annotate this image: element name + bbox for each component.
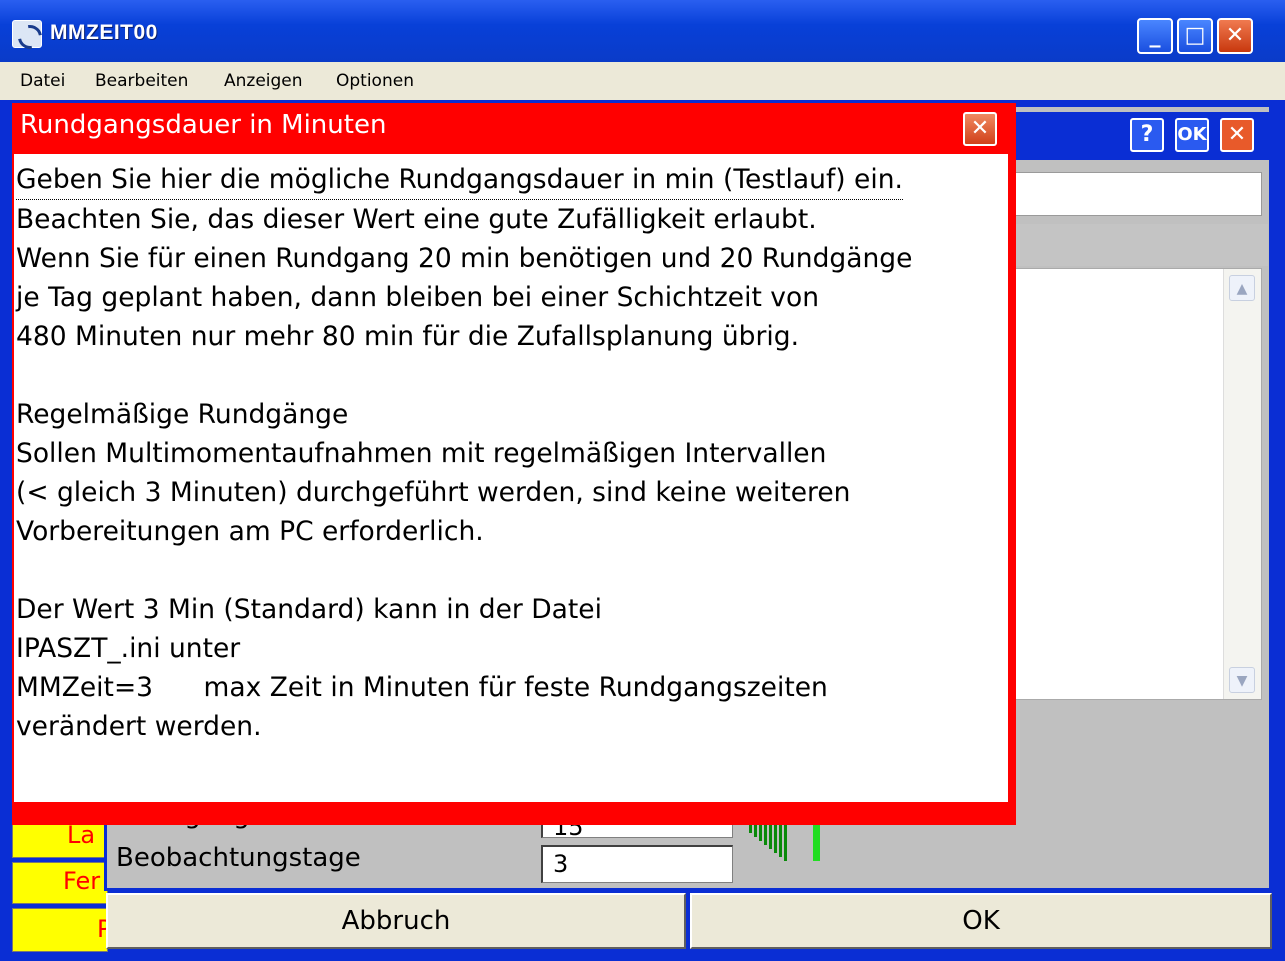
field-label-beobachtungstage: Beobachtungstage xyxy=(116,843,361,873)
beobachtungstage-input[interactable]: 3 xyxy=(541,845,733,883)
dialog-list[interactable]: ▲ ▼ xyxy=(1000,268,1262,700)
menu-bearbeiten[interactable]: Bearbeiten xyxy=(95,71,188,91)
side-button-p[interactable]: P xyxy=(12,908,111,952)
help-line: IPASZT_.ini unter xyxy=(16,633,241,664)
minimize-button[interactable]: _ xyxy=(1137,18,1173,54)
window-title: MMZEIT00 xyxy=(50,21,158,44)
help-line: je Tag geplant haben, dann bleiben bei e… xyxy=(16,282,819,313)
help-popup: Rundgangsdauer in Minuten ✕ Geben Sie hi… xyxy=(12,103,1016,825)
help-line: Geben Sie hier die mögliche Rundgangsdau… xyxy=(16,160,903,200)
cancel-button[interactable]: Abbruch xyxy=(106,893,686,949)
dialog-column-header xyxy=(1000,224,1268,266)
help-button[interactable]: ? xyxy=(1130,118,1164,152)
dialog-ok-icon-button[interactable]: OK xyxy=(1175,118,1209,152)
maximize-button[interactable]: □ xyxy=(1177,18,1213,54)
dialog-text-input[interactable] xyxy=(1000,172,1262,216)
help-line: MMZeit=3 max Zeit in Minuten für feste R… xyxy=(16,672,828,703)
help-line: (< gleich 3 Minuten) durchgeführt werden… xyxy=(16,477,851,508)
popup-body: Geben Sie hier die mögliche Rundgangsdau… xyxy=(14,154,1008,802)
scroll-up-icon[interactable]: ▲ xyxy=(1229,275,1255,301)
help-line: Sollen Multimomentaufnahmen mit regelmäß… xyxy=(16,438,827,469)
menu-anzeigen[interactable]: Anzeigen xyxy=(224,71,303,91)
menu-datei[interactable]: Datei xyxy=(20,71,65,91)
help-line: Beachten Sie, das dieser Wert eine gute … xyxy=(16,204,817,235)
help-line: Wenn Sie für einen Rundgang 20 min benöt… xyxy=(16,243,913,274)
dialog-close-button[interactable]: ✕ xyxy=(1220,118,1254,152)
close-icon: ✕ xyxy=(1225,23,1245,48)
ok-button[interactable]: OK xyxy=(690,893,1272,949)
menu-optionen[interactable]: Optionen xyxy=(336,71,414,91)
popup-title: Rundgangsdauer in Minuten xyxy=(20,110,387,140)
popup-close-icon[interactable]: ✕ xyxy=(963,112,997,146)
help-line xyxy=(16,356,1008,395)
app-icon xyxy=(12,20,42,48)
close-window-button[interactable]: ✕ xyxy=(1217,18,1253,54)
help-line xyxy=(16,551,1008,590)
list-scrollbar[interactable]: ▲ ▼ xyxy=(1223,269,1261,699)
help-line: 480 Minuten nur mehr 80 min für die Zufa… xyxy=(16,321,799,352)
side-button-fer[interactable]: Fer xyxy=(12,862,108,904)
help-line: Vorbereitungen am PC erforderlich. xyxy=(16,516,484,547)
minimize-icon: _ xyxy=(1149,23,1161,48)
maximize-icon: □ xyxy=(1184,23,1206,48)
title-bar: MMZEIT00 _ □ ✕ xyxy=(0,0,1285,62)
help-line: Der Wert 3 Min (Standard) kann in der Da… xyxy=(16,594,602,625)
help-line: Regelmäßige Rundgänge xyxy=(16,399,349,430)
help-line: verändert werden. xyxy=(16,711,262,742)
menu-bar: Datei Bearbeiten Anzeigen Optionen xyxy=(0,62,1285,100)
scroll-down-icon[interactable]: ▼ xyxy=(1229,667,1255,693)
